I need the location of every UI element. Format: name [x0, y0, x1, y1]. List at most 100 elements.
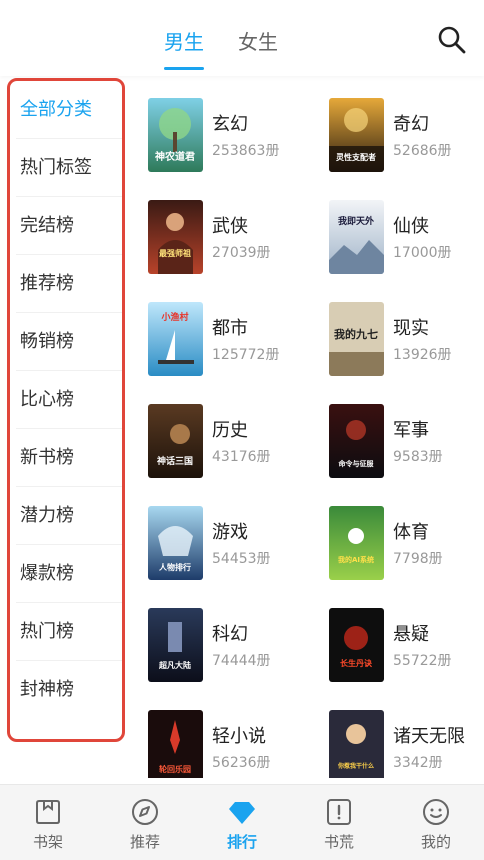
- category-book-count: 253863册: [212, 143, 280, 159]
- book-cover: 你惹我干什么: [329, 710, 384, 778]
- category-name: 都市: [212, 318, 248, 339]
- search-button[interactable]: [436, 24, 468, 56]
- smiley-face-icon: [423, 799, 449, 825]
- category-name: 科幻: [212, 624, 248, 645]
- category-sidebar: 全部分类 热门标签 完结榜 推荐榜 畅销榜 比心榜 新书榜 潜力榜 爆款榜 热门…: [7, 78, 125, 742]
- svg-text:长生丹诀: 长生丹诀: [340, 658, 372, 668]
- sidebar-item-legend[interactable]: 封神榜: [16, 661, 122, 719]
- category-item-kehuan[interactable]: 超凡大陆 科幻 74444册: [148, 608, 318, 698]
- category-item-xuanyi[interactable]: 长生丹诀 悬疑 55722册: [329, 608, 484, 698]
- diamond-icon: [229, 802, 255, 824]
- sidebar-item-recommended[interactable]: 推荐榜: [16, 255, 122, 313]
- category-book-count: 125772册: [212, 347, 280, 363]
- category-name: 轻小说: [212, 726, 266, 747]
- svg-text:我的AI系统: 我的AI系统: [338, 555, 374, 564]
- sidebar-item-completed[interactable]: 完结榜: [16, 197, 122, 255]
- category-name: 悬疑: [393, 624, 429, 645]
- category-grid: 神农道君 玄幻 253863册 灵性支配者 奇幻 52686册 最强师祖 武侠 …: [128, 78, 484, 778]
- book-cover: 神话三国: [148, 404, 203, 478]
- compass-icon: [132, 799, 158, 825]
- category-item-tiyu[interactable]: 我的AI系统 体育 7798册: [329, 506, 484, 596]
- nav-label: 排行: [226, 833, 257, 851]
- svg-text:命令与征服: 命令与征服: [338, 459, 375, 468]
- category-book-count: 56236册: [212, 755, 271, 771]
- category-item-xianshi[interactable]: 我的九七 现实 13926册: [329, 302, 484, 392]
- sidebar-item-bestseller[interactable]: 畅销榜: [16, 313, 122, 371]
- category-name: 历史: [212, 420, 248, 441]
- book-cover: 神农道君: [148, 98, 203, 172]
- category-name: 诸天无限: [393, 726, 465, 747]
- svg-text:神话三国: 神话三国: [157, 455, 193, 467]
- category-item-lishi[interactable]: 神话三国 历史 43176册: [148, 404, 318, 494]
- category-book-count: 3342册: [393, 755, 443, 771]
- category-book-count: 7798册: [393, 551, 443, 567]
- book-cover: 人物排行: [148, 506, 203, 580]
- nav-profile[interactable]: 我的: [388, 785, 484, 860]
- category-book-count: 74444册: [212, 653, 271, 669]
- book-cover: 最强师祖: [148, 200, 203, 274]
- svg-text:人物排行: 人物排行: [159, 562, 191, 572]
- category-book-count: 27039册: [212, 245, 271, 261]
- category-name: 现实: [393, 318, 429, 339]
- svg-text:超凡大陆: 超凡大陆: [158, 660, 191, 670]
- sidebar-item-hot-tags[interactable]: 热门标签: [16, 139, 122, 197]
- svg-text:你惹我干什么: 你惹我干什么: [337, 762, 374, 770]
- category-item-zhutian-wuxian[interactable]: 你惹我干什么 诸天无限 3342册: [329, 710, 484, 778]
- category-item-junshi[interactable]: 命令与征服 军事 9583册: [329, 404, 484, 494]
- category-name: 仙侠: [393, 216, 429, 237]
- category-name: 武侠: [212, 216, 248, 237]
- sidebar-item-new-books[interactable]: 新书榜: [16, 429, 122, 487]
- category-item-wuxia[interactable]: 最强师祖 武侠 27039册: [148, 200, 318, 290]
- svg-text:灵性支配者: 灵性支配者: [335, 152, 376, 162]
- category-book-count: 43176册: [212, 449, 271, 465]
- book-cover: 灵性支配者: [329, 98, 384, 172]
- svg-text:我的九七: 我的九七: [334, 327, 378, 341]
- category-book-count: 13926册: [393, 347, 452, 363]
- category-name: 军事: [393, 420, 429, 441]
- active-tab-indicator: [164, 67, 204, 70]
- svg-text:我即天外: 我即天外: [338, 215, 374, 227]
- sidebar-item-bixin[interactable]: 比心榜: [16, 371, 122, 429]
- sidebar-item-all-categories[interactable]: 全部分类: [16, 81, 122, 139]
- nav-bookshelf[interactable]: 书架: [0, 785, 96, 860]
- nav-ranking[interactable]: 排行: [194, 785, 290, 860]
- sidebar-item-hot[interactable]: 热门榜: [16, 603, 122, 661]
- tab-female[interactable]: 女生: [238, 26, 278, 55]
- category-item-xianxia[interactable]: 我即天外 仙侠 17000册: [329, 200, 484, 290]
- book-cover: 我即天外: [329, 200, 384, 274]
- nav-label: 推荐: [129, 833, 160, 851]
- category-item-qingxiaoshuo[interactable]: 轮回乐园 轻小说 56236册: [148, 710, 318, 778]
- svg-text:最强师祖: 最强师祖: [159, 248, 191, 258]
- book-cover: 长生丹诀: [329, 608, 384, 682]
- top-header: 男生 女生: [0, 0, 484, 76]
- sidebar-item-potential[interactable]: 潜力榜: [16, 487, 122, 545]
- bottom-navigation: 书架 推荐 排行 书荒 我的: [0, 784, 484, 860]
- nav-recommend[interactable]: 推荐: [97, 785, 193, 860]
- book-cover: 命令与征服: [329, 404, 384, 478]
- nav-label: 我的: [420, 833, 451, 851]
- nav-book-shortage[interactable]: 书荒: [291, 785, 387, 860]
- nav-label: 书架: [32, 833, 63, 851]
- svg-text:小渔村: 小渔村: [160, 311, 188, 323]
- tab-male[interactable]: 男生: [164, 26, 204, 55]
- svg-text:轮回乐园: 轮回乐园: [159, 764, 191, 774]
- book-cover: 超凡大陆: [148, 608, 203, 682]
- svg-text:神农道君: 神农道君: [155, 150, 195, 163]
- category-name: 体育: [393, 522, 429, 543]
- category-item-dushi[interactable]: 小渔村 都市 125772册: [148, 302, 318, 392]
- category-item-xuanhuan[interactable]: 神农道君 玄幻 253863册: [148, 98, 318, 188]
- category-item-qihuan[interactable]: 灵性支配者 奇幻 52686册: [329, 98, 484, 188]
- category-book-count: 52686册: [393, 143, 452, 159]
- sidebar-item-viral[interactable]: 爆款榜: [16, 545, 122, 603]
- category-book-count: 17000册: [393, 245, 452, 261]
- search-icon: [438, 26, 466, 54]
- nav-label: 书荒: [323, 833, 354, 851]
- category-book-count: 9583册: [393, 449, 443, 465]
- category-book-count: 54453册: [212, 551, 271, 567]
- book-cover: 我的九七: [329, 302, 384, 376]
- category-item-youxi[interactable]: 人物排行 游戏 54453册: [148, 506, 318, 596]
- category-book-count: 55722册: [393, 653, 452, 669]
- book-cover: 我的AI系统: [329, 506, 384, 580]
- bookshelf-icon: [36, 800, 60, 824]
- category-name: 玄幻: [212, 114, 248, 135]
